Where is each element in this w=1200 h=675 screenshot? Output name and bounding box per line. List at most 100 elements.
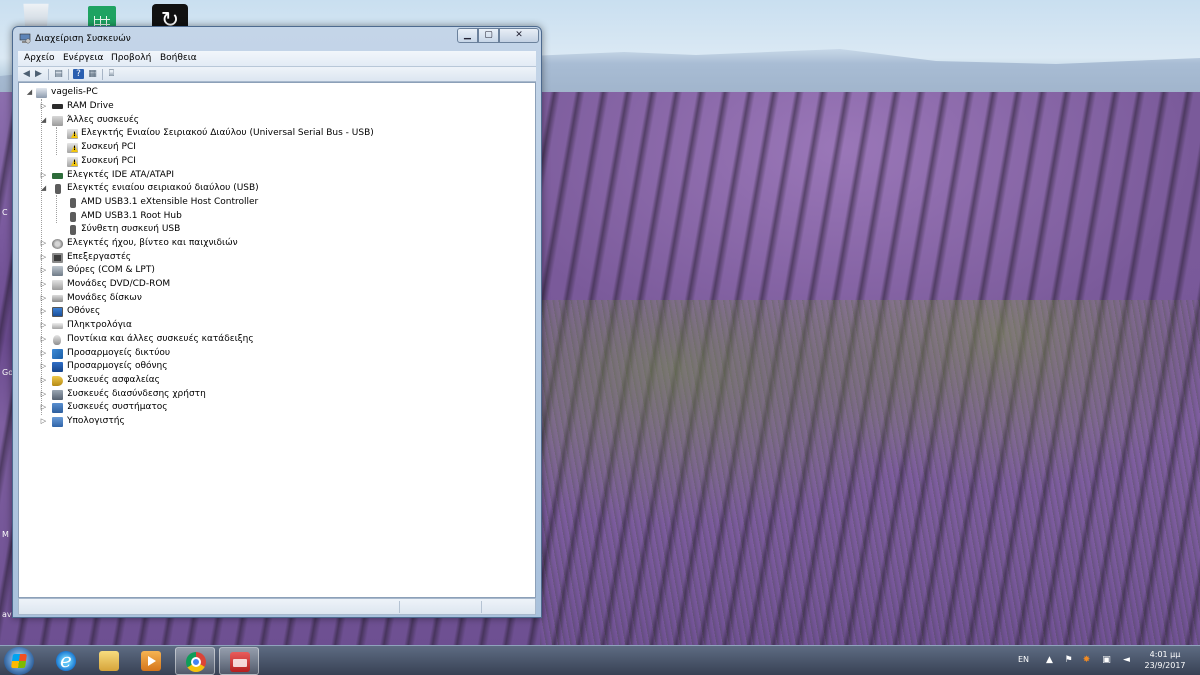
tree-item-label: Ελεγκτές ήχου, βίντεο και παιχνιδιών (67, 238, 238, 248)
taskbar-file-explorer[interactable] (89, 647, 129, 675)
tree-root[interactable]: ◢ vagelis-PC (19, 86, 519, 99)
device-tree-pane[interactable]: ◢ vagelis-PC ▷ RAM Drive ◢ Άλλες συσκευέ… (18, 82, 536, 598)
tree-item[interactable]: Σύνθετη συσκευή USB (19, 223, 519, 236)
tree-item[interactable]: ▷ Θύρες (COM & LPT) (19, 264, 519, 277)
tree-item[interactable]: Συσκευή PCI (19, 141, 519, 154)
collapse-arrow-icon[interactable]: ◢ (39, 182, 48, 195)
app-tray-icon[interactable]: ✸ (1081, 655, 1092, 666)
tree-item[interactable]: ▷ Ποντίκια και άλλες συσκευές κατάδειξης (19, 333, 519, 346)
clock-time: 4:01 μμ (1149, 650, 1181, 659)
system-devices-icon (52, 403, 63, 413)
tree-item-label: Πληκτρολόγια (67, 320, 132, 330)
ide-controller-icon (52, 173, 63, 179)
expand-arrow-icon[interactable]: ▷ (39, 278, 48, 291)
tree-item-label: Συσκευή PCI (81, 142, 136, 152)
expand-arrow-icon[interactable]: ▷ (39, 169, 48, 182)
monitor-icon (52, 307, 63, 317)
tree-item[interactable]: ▷ Πληκτρολόγια (19, 319, 519, 332)
tree-item[interactable]: ▷ RAM Drive (19, 100, 519, 113)
tree-item-label: AMD USB3.1 Root Hub (81, 211, 182, 221)
expand-arrow-icon[interactable]: ▷ (39, 319, 48, 332)
action-center-flag-icon[interactable]: ⚑ (1063, 655, 1074, 666)
tree-item[interactable]: Ελεγκτής Ενιαίου Σειριακού Διαύλου (Univ… (19, 127, 519, 140)
expand-arrow-icon[interactable]: ▷ (39, 360, 48, 373)
tree-item[interactable]: ◢ Ελεγκτές ενιαίου σειριακού διαύλου (US… (19, 182, 519, 195)
start-button[interactable] (4, 647, 34, 675)
tree-item-label: Προσαρμογείς δικτύου (67, 348, 171, 358)
menu-action[interactable]: Ενέργεια (63, 53, 103, 63)
toolbar: ◀ ▶ ▤ ? ▦ ⌸ (18, 67, 536, 82)
tree-item[interactable]: AMD USB3.1 Root Hub (19, 210, 519, 223)
taskbar-media-player[interactable] (131, 647, 171, 675)
tree-item[interactable]: ◢ Άλλες συσκευές (19, 114, 519, 127)
desktop-icon-label-fragment: C (2, 208, 8, 217)
dvd-icon (52, 280, 63, 290)
computer-icon (36, 88, 47, 98)
display-adapter-icon (52, 362, 63, 372)
security-key-icon (52, 376, 63, 386)
expand-arrow-icon[interactable]: ▷ (39, 347, 48, 360)
menu-help[interactable]: Βοήθεια (160, 53, 197, 63)
taskbar: EN ▲ ⚑ ✸ ▣ ◄ 4:01 μμ 23/9/2017 (0, 645, 1200, 675)
expand-arrow-icon[interactable]: ▷ (39, 292, 48, 305)
menu-file[interactable]: Αρχείο (24, 53, 55, 63)
port-icon (52, 266, 63, 276)
expand-arrow-icon[interactable]: ▷ (39, 264, 48, 277)
tree-item-label: Προσαρμογείς οθόνης (67, 361, 168, 371)
properties-icon[interactable]: ▦ (87, 69, 98, 79)
tree-item-label: RAM Drive (67, 101, 114, 111)
tree-item[interactable]: AMD USB3.1 eXtensible Host Controller (19, 196, 519, 209)
collapse-arrow-icon[interactable]: ◢ (39, 114, 48, 127)
back-arrow-icon[interactable]: ◀ (21, 69, 32, 79)
tree-item[interactable]: ▷ Συσκευές διασύνδεσης χρήστη (19, 388, 519, 401)
show-hidden-icons-icon[interactable]: ▲ (1044, 655, 1055, 666)
expand-arrow-icon[interactable]: ▷ (39, 401, 48, 414)
tree-item[interactable]: ▷ Συσκευές συστήματος (19, 401, 519, 414)
warning-device-icon (67, 143, 78, 153)
help-icon[interactable]: ? (73, 69, 84, 79)
tree-item[interactable]: ▷ Ελεγκτές ήχου, βίντεο και παιχνιδιών (19, 237, 519, 250)
taskbar-device-manager[interactable] (219, 647, 259, 675)
volume-icon[interactable]: ◄ (1121, 655, 1132, 666)
tree-item[interactable]: ▷ Οθόνες (19, 305, 519, 318)
collapse-arrow-icon[interactable]: ◢ (25, 86, 34, 99)
device-manager-window: Διαχείριση Συσκευών ▁ ▢ ✕ Αρχείο Ενέργει… (12, 26, 542, 618)
expand-arrow-icon[interactable]: ▷ (39, 100, 48, 113)
forward-arrow-icon[interactable]: ▶ (33, 69, 44, 79)
show-hide-console-tree-icon[interactable]: ▤ (53, 69, 64, 79)
clock[interactable]: 4:01 μμ 23/9/2017 (1142, 649, 1188, 671)
expand-arrow-icon[interactable]: ▷ (39, 415, 48, 428)
taskbar-chrome[interactable] (175, 647, 215, 675)
tree-item[interactable]: ▷ Συσκευές ασφαλείας (19, 374, 519, 387)
tree-item[interactable]: ▷ Ελεγκτές IDE ATA/ATAPI (19, 169, 519, 182)
tree-item[interactable]: ▷ Υπολογιστής (19, 415, 519, 428)
tree-item-label: Άλλες συσκευές (67, 115, 140, 125)
taskbar-internet-explorer[interactable] (46, 647, 86, 675)
desktop-icon-label-fragment: M (2, 530, 9, 539)
tree-item[interactable]: Συσκευή PCI (19, 155, 519, 168)
toolbar-separator (48, 69, 49, 80)
expand-arrow-icon[interactable]: ▷ (39, 333, 48, 346)
scan-hardware-icon[interactable]: ⌸ (106, 69, 117, 79)
expand-arrow-icon[interactable]: ▷ (39, 237, 48, 250)
close-button[interactable]: ✕ (499, 28, 539, 43)
title-bar[interactable]: Διαχείριση Συσκευών ▁ ▢ ✕ (13, 27, 541, 51)
expand-arrow-icon[interactable]: ▷ (39, 305, 48, 318)
tree-item[interactable]: ▷ Μονάδες DVD/CD-ROM (19, 278, 519, 291)
language-indicator[interactable]: EN (1018, 655, 1029, 664)
computer-icon (52, 417, 63, 427)
maximize-button[interactable]: ▢ (478, 28, 499, 43)
expand-arrow-icon[interactable]: ▷ (39, 374, 48, 387)
status-bar-separator (399, 601, 400, 613)
chrome-icon (186, 652, 206, 672)
minimize-button[interactable]: ▁ (457, 28, 478, 43)
menu-view[interactable]: Προβολή (111, 53, 151, 63)
tree-item[interactable]: ▷ Μονάδες δίσκων (19, 292, 519, 305)
expand-arrow-icon[interactable]: ▷ (39, 388, 48, 401)
network-icon[interactable]: ▣ (1101, 655, 1112, 666)
tree-item[interactable]: ▷ Προσαρμογείς δικτύου (19, 347, 519, 360)
expand-arrow-icon[interactable]: ▷ (39, 251, 48, 264)
tree-item[interactable]: ▷ Επεξεργαστές (19, 251, 519, 264)
tree-item-label: Μονάδες δίσκων (67, 293, 142, 303)
tree-item[interactable]: ▷ Προσαρμογείς οθόνης (19, 360, 519, 373)
